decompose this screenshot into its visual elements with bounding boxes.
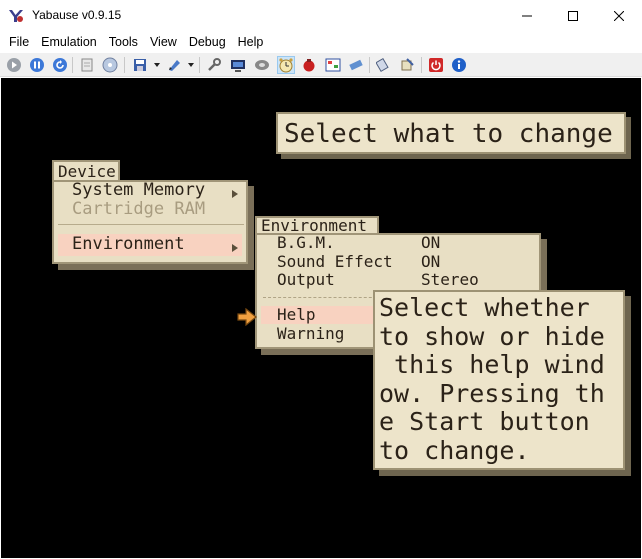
vdp-icon bbox=[231, 60, 245, 72]
device-menu-tab: Device bbox=[52, 160, 120, 182]
open-cd-icon bbox=[102, 57, 118, 73]
menu-file[interactable]: File bbox=[3, 33, 35, 51]
open-iso-button[interactable] bbox=[78, 56, 96, 74]
memory-icon bbox=[349, 59, 363, 71]
help-text: Select whether to show or hide this help… bbox=[379, 293, 605, 465]
minimize-icon bbox=[522, 15, 532, 16]
transfer-icon bbox=[376, 57, 389, 73]
pause-button[interactable] bbox=[28, 56, 46, 74]
load-state-icon bbox=[169, 60, 180, 71]
setting-bgm-value: ON bbox=[421, 233, 441, 252]
game-screen[interactable]: Select what to change Device System Memo… bbox=[1, 78, 641, 558]
record-button[interactable] bbox=[300, 56, 318, 74]
power-button[interactable] bbox=[427, 56, 445, 74]
memory-button[interactable] bbox=[347, 56, 365, 74]
clock-button[interactable] bbox=[277, 56, 295, 74]
screenshot-button[interactable] bbox=[324, 56, 342, 74]
title-bar: Yabause v0.9.15 bbox=[0, 0, 642, 31]
settings-button[interactable] bbox=[205, 56, 223, 74]
save-state-button[interactable] bbox=[131, 56, 149, 74]
cheat-icon bbox=[401, 58, 414, 71]
cd-drive-icon bbox=[255, 60, 269, 70]
reset-button[interactable] bbox=[51, 56, 69, 74]
cheat-button[interactable] bbox=[398, 56, 416, 74]
play-button[interactable] bbox=[5, 56, 23, 74]
device-menu-title: Device bbox=[58, 162, 116, 181]
setting-output-value: Stereo bbox=[421, 270, 479, 289]
menu-item-cartridge-ram: Cartridge RAM bbox=[72, 199, 206, 219]
yabause-logo-icon bbox=[9, 10, 23, 22]
close-button[interactable] bbox=[596, 0, 642, 31]
setting-bgm-label[interactable]: B.G.M. bbox=[277, 233, 335, 252]
open-cd-button[interactable] bbox=[101, 56, 119, 74]
minimize-button[interactable] bbox=[504, 0, 550, 31]
play-icon bbox=[7, 58, 21, 72]
help-box: Select whether to show or hide this help… bbox=[373, 290, 625, 470]
close-icon bbox=[614, 10, 624, 21]
pause-icon bbox=[30, 58, 44, 72]
option-help[interactable]: Help bbox=[277, 305, 316, 324]
open-iso-icon bbox=[81, 58, 93, 72]
option-warning[interactable]: Warning bbox=[277, 324, 344, 343]
submenu-arrow-icon bbox=[232, 190, 238, 198]
cd-drive-button[interactable] bbox=[253, 56, 271, 74]
screenshot-icon bbox=[325, 58, 341, 72]
menu-help[interactable]: Help bbox=[232, 33, 270, 51]
menu-tools[interactable]: Tools bbox=[103, 33, 144, 51]
about-icon bbox=[452, 58, 466, 72]
menu-debug[interactable]: Debug bbox=[183, 33, 232, 51]
menu-item-environment[interactable]: Environment bbox=[72, 234, 185, 254]
window-title: Yabause v0.9.15 bbox=[32, 8, 122, 22]
maximize-button[interactable] bbox=[550, 0, 596, 31]
setting-sound-effect-label[interactable]: Sound Effect bbox=[277, 252, 393, 271]
toolbar bbox=[0, 53, 642, 77]
clock-icon bbox=[279, 58, 293, 73]
maximize-icon bbox=[568, 10, 578, 21]
about-button[interactable] bbox=[450, 56, 468, 74]
prompt-box: Select what to change bbox=[276, 112, 626, 154]
submenu-arrow-icon bbox=[232, 244, 238, 252]
prompt-text: Select what to change bbox=[284, 119, 613, 149]
menu-view[interactable]: View bbox=[144, 33, 183, 51]
load-state-button[interactable] bbox=[165, 56, 183, 74]
transfer-button[interactable] bbox=[375, 56, 393, 74]
device-menu: System Memory Cartridge RAM Environment bbox=[52, 180, 248, 264]
power-icon bbox=[429, 58, 443, 72]
menu-bar: File Emulation Tools View Debug Help bbox=[0, 31, 642, 53]
vdp-button[interactable] bbox=[229, 56, 247, 74]
setting-sound-effect-value: ON bbox=[421, 252, 441, 271]
settings-icon bbox=[208, 58, 221, 71]
selection-cursor-icon bbox=[237, 308, 257, 326]
menu-item-system-memory[interactable]: System Memory bbox=[72, 180, 205, 200]
menu-divider bbox=[58, 224, 244, 225]
reset-icon bbox=[53, 58, 67, 72]
setting-output-label[interactable]: Output bbox=[277, 270, 335, 289]
menu-emulation[interactable]: Emulation bbox=[35, 33, 103, 51]
save-state-icon bbox=[134, 59, 146, 71]
record-icon bbox=[303, 59, 315, 72]
